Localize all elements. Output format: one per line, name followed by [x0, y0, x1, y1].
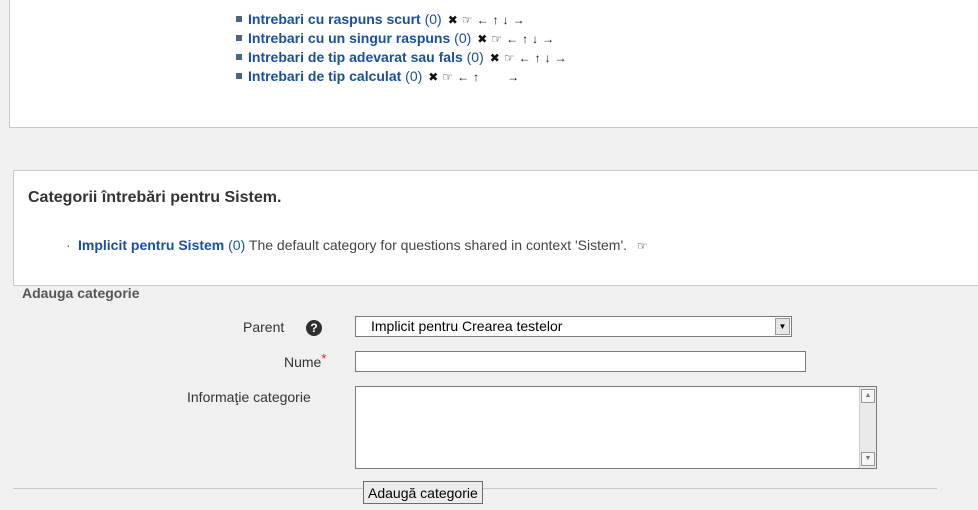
- add-category-button[interactable]: Adaugă categorie: [363, 481, 483, 504]
- parent-label: Parent: [243, 319, 285, 335]
- name-field[interactable]: [355, 351, 806, 372]
- delete-icon[interactable]: ✖: [477, 30, 487, 49]
- category-link[interactable]: Intrebari de tip calculat: [248, 68, 401, 84]
- arrow-right-icon[interactable]: →: [513, 11, 525, 30]
- arrow-up-icon[interactable]: ↑: [522, 30, 528, 49]
- add-category-form: Adauga categorie Parent ? Implicit pentr…: [13, 285, 937, 504]
- arrow-left-icon[interactable]: ←: [506, 30, 518, 49]
- parent-select-value: Implicit pentru Crearea testelor: [371, 318, 563, 334]
- required-asterisk: *: [321, 351, 327, 366]
- category-link[interactable]: Intrebari cu un singur raspuns: [248, 30, 450, 46]
- list-item: · Implicit pentru Sistem (0) The default…: [66, 237, 652, 253]
- arrow-down-icon[interactable]: ↓: [532, 30, 538, 49]
- form-legend: Adauga categorie: [22, 285, 140, 301]
- info-textarea[interactable]: ▲ ▼: [355, 386, 877, 469]
- list-item: Intrebari cu raspuns scurt (0) ✖ ☞ ← ↑ ↓ →: [236, 10, 571, 29]
- category-link[interactable]: Intrebari cu raspuns scurt: [248, 11, 421, 27]
- category-actions: ✖ ☞ ← ↑ ↓ →: [477, 30, 558, 49]
- delete-icon[interactable]: ✖: [490, 49, 500, 68]
- parent-select[interactable]: Implicit pentru Crearea testelor ▼: [355, 316, 792, 337]
- arrow-right-icon[interactable]: →: [555, 49, 567, 68]
- category-description: The default category for questions share…: [248, 237, 628, 253]
- category-actions: ✖ ☞ ← ↑ →: [428, 68, 523, 87]
- chevron-down-icon[interactable]: ▼: [775, 318, 790, 335]
- category-count: (0): [466, 49, 484, 65]
- category-count: (0): [454, 30, 472, 46]
- edit-icon[interactable]: ☞: [504, 49, 515, 68]
- edit-icon[interactable]: ☞: [637, 239, 648, 253]
- bullet-icon: [236, 54, 242, 61]
- bullet-icon: ·: [66, 237, 71, 253]
- category-list: Intrebari cu raspuns scurt (0) ✖ ☞ ← ↑ ↓ → Int…: [236, 10, 571, 86]
- bullet-icon: [236, 16, 242, 23]
- category-count: (0): [424, 11, 442, 27]
- list-item: Intrebari de tip calculat (0) ✖ ☞ ← ↑ →: [236, 67, 571, 86]
- category-actions: ☞: [637, 239, 652, 253]
- category-list-panel: Intrebari cu raspuns scurt (0) ✖ ☞ ← ↑ ↓ → Int…: [9, 0, 978, 128]
- arrow-up-icon[interactable]: ↑: [493, 11, 499, 30]
- arrow-left-icon[interactable]: ←: [457, 68, 469, 87]
- scroll-down-icon[interactable]: ▼: [861, 452, 875, 466]
- info-label: Informaţie categorie: [187, 389, 311, 405]
- arrow-right-icon[interactable]: →: [507, 68, 519, 87]
- list-item: Intrebari de tip adevarat sau fals (0) ✖ ☞…: [236, 48, 571, 67]
- arrow-right-icon[interactable]: →: [542, 30, 554, 49]
- arrow-down-icon[interactable]: ↓: [545, 49, 551, 68]
- arrow-up-icon[interactable]: ↑: [535, 49, 541, 68]
- system-category-panel: Categorii întrebări pentru Sistem. · Imp…: [13, 170, 978, 286]
- name-label-text: Nume: [284, 354, 322, 370]
- edit-icon[interactable]: ☞: [491, 30, 502, 49]
- delete-icon[interactable]: ✖: [428, 68, 438, 87]
- bullet-icon: [236, 35, 242, 42]
- help-icon[interactable]: ?: [306, 320, 322, 336]
- scroll-up-icon[interactable]: ▲: [861, 389, 875, 403]
- bullet-icon: [236, 73, 242, 80]
- arrow-down-icon[interactable]: ↓: [503, 11, 509, 30]
- category-count: (0): [228, 237, 246, 253]
- scrollbar[interactable]: ▲ ▼: [859, 387, 876, 468]
- category-actions: ✖ ☞ ← ↑ ↓ →: [490, 49, 571, 68]
- arrow-up-icon[interactable]: ↑: [473, 68, 479, 87]
- category-link[interactable]: Intrebari de tip adevarat sau fals: [248, 49, 463, 65]
- system-heading: Categorii întrebări pentru Sistem.: [28, 189, 282, 206]
- delete-icon[interactable]: ✖: [448, 11, 458, 30]
- category-link[interactable]: Implicit pentru Sistem: [78, 237, 224, 253]
- category-count: (0): [405, 68, 423, 84]
- category-actions: ✖ ☞ ← ↑ ↓ →: [448, 11, 529, 30]
- arrow-left-icon[interactable]: ←: [519, 49, 531, 68]
- edit-icon[interactable]: ☞: [462, 11, 473, 30]
- name-label: Nume*: [284, 351, 327, 370]
- edit-icon[interactable]: ☞: [442, 68, 453, 87]
- list-item: Intrebari cu un singur raspuns (0) ✖ ☞ ← ↑ ↓ →: [236, 29, 571, 48]
- arrow-left-icon[interactable]: ←: [477, 11, 489, 30]
